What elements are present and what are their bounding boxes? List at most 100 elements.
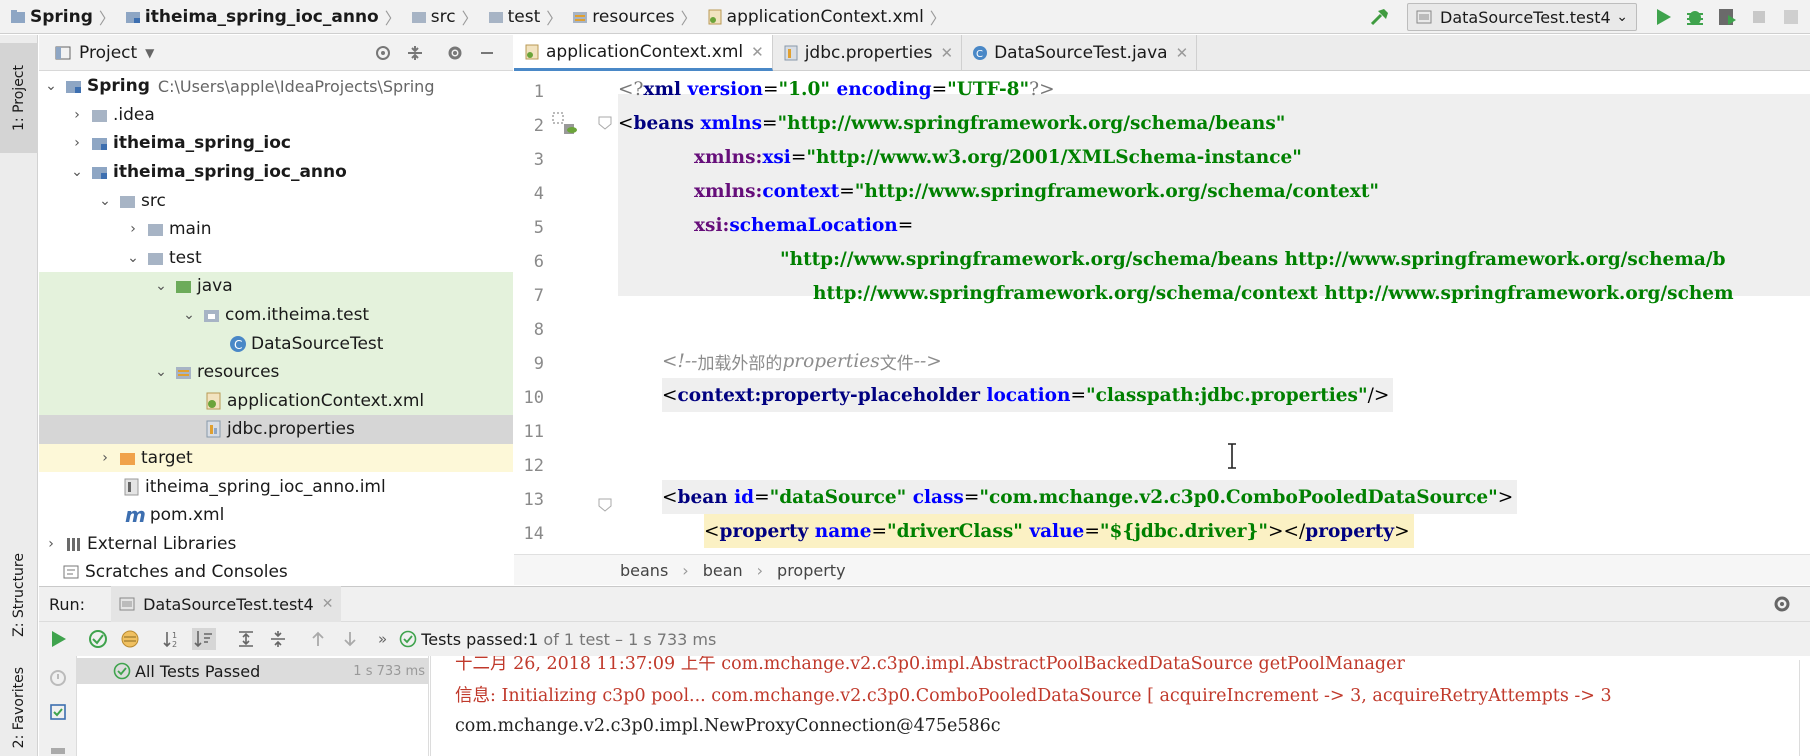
tree-item-src[interactable]: ⌄ src — [39, 186, 513, 215]
show-ignored-icon[interactable] — [120, 629, 140, 649]
tab-applicationcontext-xml[interactable]: applicationContext.xml ✕ — [514, 35, 773, 71]
fold-icon[interactable] — [598, 116, 612, 130]
tree-item-itheima-spring-ioc[interactable]: › itheima_spring_ioc — [39, 129, 513, 158]
rerun-icon[interactable] — [48, 629, 68, 649]
console-line: 十二月 26, 2018 11:37:09 上午 com.mchange.v2.… — [455, 656, 1405, 674]
chevron-down-icon[interactable]: ⌄ — [181, 307, 197, 323]
more-icon[interactable] — [51, 748, 65, 754]
code-editor[interactable]: 1 2 3 4 5 6 7 8 9 10 11 12 13 14 <? xml v… — [514, 72, 1810, 554]
more-icon[interactable] — [1780, 6, 1802, 28]
close-icon[interactable]: ✕ — [1176, 44, 1189, 62]
fold-icon[interactable] — [598, 498, 612, 512]
tree-item-scratches[interactable]: Scratches and Consoles — [39, 558, 513, 586]
tree-item-resources[interactable]: ⌄ resources — [39, 358, 513, 387]
resources-folder-icon — [573, 11, 588, 23]
crumb-label: test — [507, 6, 541, 27]
tree-item-external-libraries[interactable]: › External Libraries — [39, 530, 513, 559]
tree-item-itheima-spring-ioc-anno[interactable]: ⌄ itheima_spring_ioc_anno — [39, 158, 513, 187]
chevron-right-icon[interactable]: › — [69, 107, 85, 123]
tree-item-pom-xml[interactable]: m pom.xml — [39, 501, 513, 530]
crumb-test[interactable]: test 〉 — [478, 0, 562, 34]
breadcrumb-beans[interactable]: beans — [620, 561, 668, 580]
crumb-src[interactable]: src 〉 — [401, 0, 478, 34]
maven-icon: m — [125, 503, 146, 528]
chevron-right-icon[interactable]: › — [69, 135, 85, 151]
chevron-down-icon[interactable]: ⌄ — [69, 164, 85, 180]
project-tool-tab[interactable]: 1: Project — [0, 43, 38, 153]
tree-item-main[interactable]: › main — [39, 215, 513, 244]
build-hammer-icon[interactable] — [1369, 6, 1391, 28]
favorites-tool-tab[interactable]: 2: Favorites — [0, 660, 38, 756]
project-tree: ⌄ Spring C:\Users\apple\IdeaProjects\Spr… — [39, 72, 513, 586]
crumb-file[interactable]: applicationContext.xml 〉 — [697, 0, 946, 34]
rerun-failed-icon[interactable] — [48, 668, 68, 688]
editor-tab-bar: applicationContext.xml ✕ jdbc.properties… — [514, 35, 1810, 71]
collapse-all-icon[interactable] — [406, 44, 424, 62]
crumb-resources[interactable]: resources 〉 — [562, 0, 697, 34]
chevron-right-icon[interactable]: › — [43, 536, 59, 552]
next-failed-icon[interactable] — [340, 629, 360, 649]
tree-item-applicationcontext-xml[interactable]: applicationContext.xml — [39, 386, 513, 416]
test-root-label: All Tests Passed — [135, 661, 261, 681]
locate-file-icon[interactable] — [374, 44, 392, 62]
chevron-down-icon[interactable]: ⌄ — [97, 193, 113, 209]
chevron-right-icon[interactable]: › — [97, 450, 113, 466]
tree-item-label: itheima_spring_ioc_anno.iml — [145, 476, 386, 497]
line-number: 5 — [533, 218, 544, 238]
gear-icon[interactable] — [1772, 594, 1792, 614]
breadcrumb-property[interactable]: property — [777, 561, 846, 580]
tree-item-test[interactable]: ⌄ test — [39, 244, 513, 273]
tests-status-prefix: Tests passed: — [421, 629, 529, 649]
sort-alphabetically-icon[interactable]: 12 — [162, 629, 182, 649]
crumb-project[interactable]: Spring 〉 — [0, 0, 115, 34]
gear-icon[interactable] — [446, 44, 464, 62]
structure-tool-tab[interactable]: Z: Structure — [0, 525, 38, 665]
coverage-icon[interactable] — [1716, 6, 1738, 28]
run-tab[interactable]: DataSourceTest.test4 ✕ — [111, 586, 342, 622]
sort-by-duration-icon[interactable] — [192, 628, 216, 650]
spring-bean-icon[interactable] — [552, 112, 578, 138]
run-icon[interactable] — [1652, 6, 1674, 28]
minimize-icon[interactable] — [478, 44, 496, 62]
tree-item-com-itheima-test[interactable]: ⌄ com.itheima.test — [39, 300, 513, 330]
package-icon — [204, 310, 219, 323]
show-passed-icon[interactable] — [88, 629, 108, 649]
console-output[interactable]: 十二月 26, 2018 11:37:09 上午 com.mchange.v2.… — [430, 656, 1810, 756]
tree-item-java[interactable]: ⌄ java — [39, 272, 513, 301]
chevron-down-icon[interactable]: ⌄ — [125, 250, 141, 266]
chevron-down-icon[interactable]: ⌄ — [43, 78, 59, 94]
run-panel-header: Run: DataSourceTest.test4 ✕ — [39, 586, 1810, 622]
close-icon[interactable]: ✕ — [322, 596, 334, 612]
crumb-module[interactable]: itheima_spring_ioc_anno 〉 — [115, 0, 401, 34]
tab-jdbc-properties[interactable]: jdbc.properties ✕ — [773, 35, 963, 71]
tree-item-iml[interactable]: itheima_spring_ioc_anno.iml — [39, 472, 513, 501]
debug-icon[interactable] — [1684, 6, 1706, 28]
breadcrumb-bean[interactable]: bean — [703, 561, 743, 580]
test-results-tree: All Tests Passed 1 s 733 ms — [77, 656, 429, 756]
collapse-all-icon[interactable] — [268, 629, 288, 649]
tree-item-jdbc-properties[interactable]: jdbc.properties — [39, 415, 513, 444]
tree-item-label: target — [141, 448, 193, 469]
tree-item-spring[interactable]: ⌄ Spring C:\Users\apple\IdeaProjects\Spr… — [39, 72, 513, 101]
tests-status-count: 1 — [528, 629, 539, 649]
test-root-row[interactable]: All Tests Passed 1 s 733 ms — [77, 658, 429, 684]
more-actions-icon[interactable]: » — [378, 630, 387, 648]
tree-item-idea[interactable]: › .idea — [39, 101, 513, 130]
test-runner-toolbar: 12 » Tests passed: 1 of 1 test – 1 s 733… — [39, 622, 1810, 656]
chevron-down-icon[interactable]: ⌄ — [153, 278, 169, 294]
close-icon[interactable]: ✕ — [941, 44, 954, 62]
expand-all-icon[interactable] — [236, 629, 256, 649]
project-panel-title[interactable]: Project — [79, 43, 137, 63]
stop-icon[interactable] — [1748, 6, 1770, 28]
close-icon[interactable]: ✕ — [751, 43, 764, 61]
chevron-right-icon[interactable]: › — [125, 221, 141, 237]
run-configuration-select[interactable]: DataSourceTest.test4 ⌄ — [1407, 3, 1637, 31]
tab-datasourcetest-java[interactable]: C DataSourceTest.java ✕ — [962, 35, 1198, 71]
code-line-10: < context:property-placeholder location = "… — [662, 378, 1394, 412]
tree-item-datasourcetest[interactable]: C DataSourceTest — [39, 329, 513, 358]
toggle-auto-test-icon[interactable] — [48, 702, 68, 722]
caret-down-icon[interactable]: ▼ — [145, 46, 154, 60]
tree-item-target[interactable]: › target — [39, 443, 513, 473]
previous-failed-icon[interactable] — [308, 629, 328, 649]
chevron-down-icon[interactable]: ⌄ — [153, 364, 169, 380]
